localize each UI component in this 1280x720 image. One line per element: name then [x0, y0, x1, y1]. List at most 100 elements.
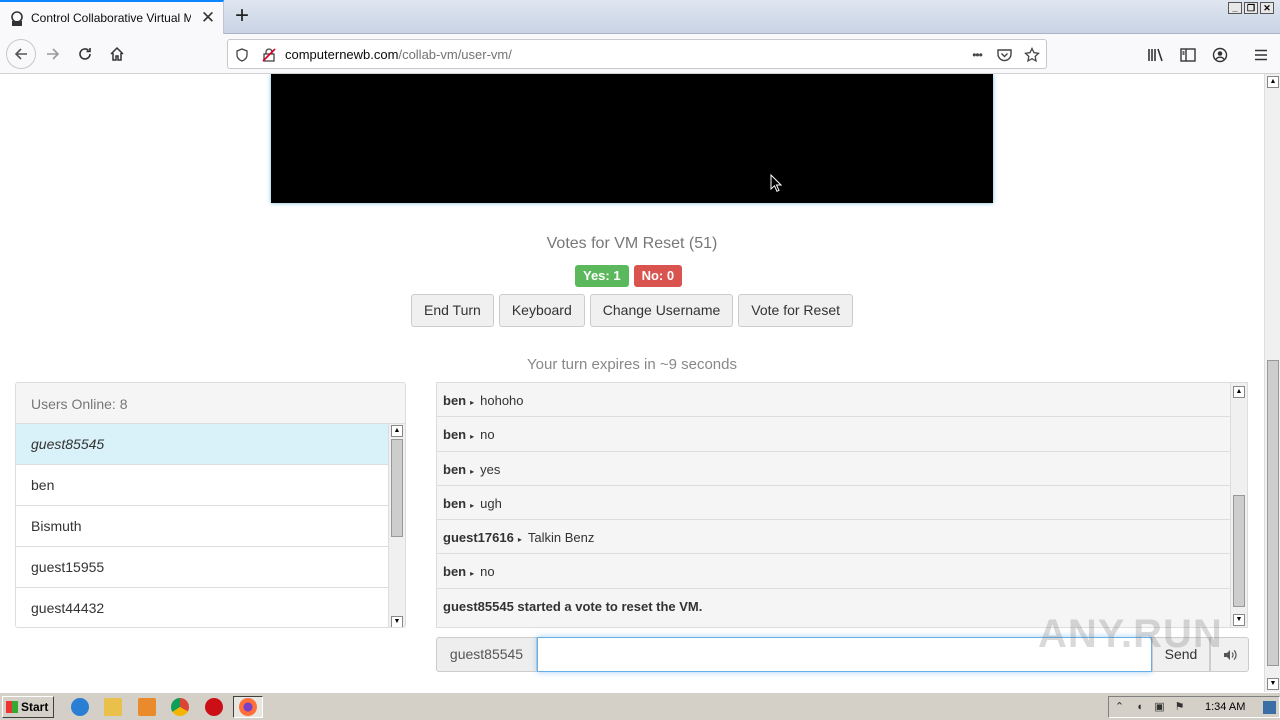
users-scrollbar[interactable]: ▲ ▼	[388, 424, 405, 627]
mouse-cursor-icon	[770, 174, 782, 192]
vote-title: Votes for VM Reset (51)	[546, 235, 718, 252]
internet-explorer-icon[interactable]	[71, 698, 89, 716]
chat-text: yes	[480, 461, 501, 477]
user-list: guest85545 ben Bismuth guest15955 guest4…	[16, 424, 389, 627]
tab-collabvm[interactable]: Control Collaborative Virtual Machi ✕	[0, 0, 224, 34]
pocket-icon[interactable]	[995, 46, 1013, 64]
user-item[interactable]: guest44432	[16, 588, 389, 627]
url-host: computernewb.com	[285, 47, 399, 62]
chat-text: no	[480, 564, 495, 580]
folder-icon[interactable]	[104, 698, 122, 716]
chat-panel: ben ▸ hohoho ben ▸ no ben ▸ yes ben ▸ ugh guest1…	[436, 382, 1248, 628]
close-tab-icon[interactable]: ✕	[198, 8, 218, 28]
scroll-thumb[interactable]	[391, 439, 403, 537]
chat-scrollbar[interactable]: ▲ ▼	[1230, 383, 1247, 627]
chat-arrow-icon: ▸	[517, 535, 522, 545]
user-item[interactable]: ben	[16, 465, 389, 506]
chat-arrow-icon: ▸	[470, 466, 475, 476]
menu-hamburger-icon[interactable]	[1251, 45, 1271, 65]
scroll-thumb[interactable]	[1233, 495, 1245, 607]
scroll-up-icon[interactable]: ▲	[391, 425, 403, 437]
new-tab-button[interactable]: +	[228, 3, 256, 31]
chat-arrow-icon: ▸	[470, 500, 475, 510]
start-button[interactable]: Start	[2, 696, 54, 718]
anyrun-watermark: ANY.RUN	[1038, 612, 1223, 656]
chat-text: hohoho	[480, 393, 524, 408]
user-item[interactable]: Bismuth	[16, 506, 389, 547]
chat-message: ben ▸ hohoho	[437, 383, 1231, 418]
arrow-right-icon	[47, 48, 60, 60]
start-label: Start	[21, 700, 49, 714]
chat-text: ugh	[480, 495, 502, 511]
back-button[interactable]	[6, 39, 36, 69]
vm-display[interactable]	[271, 74, 993, 203]
user-item[interactable]: guest85545	[16, 424, 389, 465]
vote-reset-button[interactable]: Vote for Reset	[738, 294, 853, 327]
close-window-icon[interactable]: ✕	[1260, 2, 1274, 14]
sidebar-icon[interactable]	[1178, 45, 1198, 65]
change-username-button[interactable]: Change Username	[589, 294, 734, 327]
chat-author: ben	[443, 461, 467, 477]
home-button[interactable]	[104, 41, 130, 67]
firefox-icon	[239, 698, 257, 716]
user-item[interactable]: guest15955	[16, 547, 389, 588]
vote-counts: Yes: 1 No: 0	[575, 265, 683, 287]
chat-message: ben ▸ no	[437, 417, 1231, 452]
turn-timer: Your turn expires in ~9 seconds	[527, 356, 737, 373]
reload-icon	[79, 48, 91, 60]
media-player-icon[interactable]	[138, 698, 156, 716]
vote-yes-badge: Yes: 1	[575, 265, 629, 287]
page-scrollbar[interactable]: ▲ ▼	[1264, 74, 1280, 692]
chat-message: ben ▸ yes	[437, 452, 1231, 486]
chat-arrow-icon: ▸	[470, 398, 475, 407]
scroll-down-icon[interactable]: ▼	[1233, 614, 1245, 626]
chat-author: ben	[443, 564, 467, 580]
volume-icon[interactable]: ◖	[1133, 701, 1146, 714]
chat-author: guest17616	[443, 530, 514, 546]
scroll-thumb[interactable]	[1267, 360, 1279, 666]
library-icon[interactable]	[1146, 45, 1166, 65]
minimize-icon[interactable]: _	[1228, 2, 1242, 14]
system-tray: ⌃ ◖ ▣ ⚑ 1:34 AM	[1108, 696, 1280, 718]
window-controls: _ ❐ ✕	[1228, 2, 1274, 14]
chat-author: ben	[443, 427, 467, 443]
network-icon[interactable]: ▣	[1153, 701, 1166, 714]
page-actions-icon[interactable]: •••	[965, 46, 989, 64]
chat-author: ben	[443, 495, 467, 511]
chat-arrow-icon: ▸	[470, 569, 475, 579]
url-text: computernewb.com/collab-vm/user-vm/	[285, 47, 512, 62]
chat-text: Talkin Benz	[527, 530, 595, 546]
scroll-down-icon[interactable]: ▼	[1267, 678, 1279, 690]
reload-button[interactable]	[72, 41, 98, 67]
end-turn-button[interactable]: End Turn	[411, 294, 494, 327]
collabvm-favicon-icon	[11, 11, 23, 26]
keyboard-button[interactable]: Keyboard	[498, 294, 585, 327]
restore-icon[interactable]: ❐	[1244, 2, 1258, 14]
scroll-up-icon[interactable]: ▲	[1267, 76, 1279, 88]
shield-icon[interactable]	[233, 46, 251, 64]
windows-logo-icon	[6, 701, 18, 713]
chat-text: no	[480, 427, 495, 443]
address-bar[interactable]: computernewb.com/collab-vm/user-vm/ •••	[227, 39, 1047, 69]
clock[interactable]: 1:34 AM	[1205, 701, 1245, 713]
tab-strip: Control Collaborative Virtual Machi ✕ + …	[0, 0, 1280, 34]
users-online-header: Users Online: 8	[16, 383, 405, 424]
chat-message: ben ▸ no	[437, 554, 1231, 589]
chat-messages: ben ▸ hohoho ben ▸ no ben ▸ yes ben ▸ ugh guest1…	[437, 383, 1231, 623]
scroll-down-icon[interactable]: ▼	[391, 616, 403, 627]
flag-icon[interactable]: ⚑	[1173, 701, 1186, 714]
vote-no-badge: No: 0	[633, 265, 683, 287]
tray-expand-icon[interactable]: ⌃	[1113, 701, 1126, 714]
scroll-up-icon[interactable]: ▲	[1233, 386, 1245, 398]
forward-button[interactable]	[40, 41, 66, 67]
speaker-icon	[1223, 649, 1237, 660]
insecure-lock-icon[interactable]	[260, 46, 278, 64]
url-path: /collab-vm/user-vm/	[398, 47, 512, 62]
opera-icon[interactable]	[205, 698, 223, 716]
firefox-taskbar-button[interactable]	[233, 696, 263, 718]
chrome-icon[interactable]	[171, 698, 189, 716]
account-icon[interactable]	[1210, 45, 1230, 65]
show-desktop-icon[interactable]	[1263, 701, 1276, 714]
vm-button-row: End Turn Keyboard Change Username Vote f…	[411, 294, 853, 327]
bookmark-star-icon[interactable]	[1023, 46, 1041, 64]
